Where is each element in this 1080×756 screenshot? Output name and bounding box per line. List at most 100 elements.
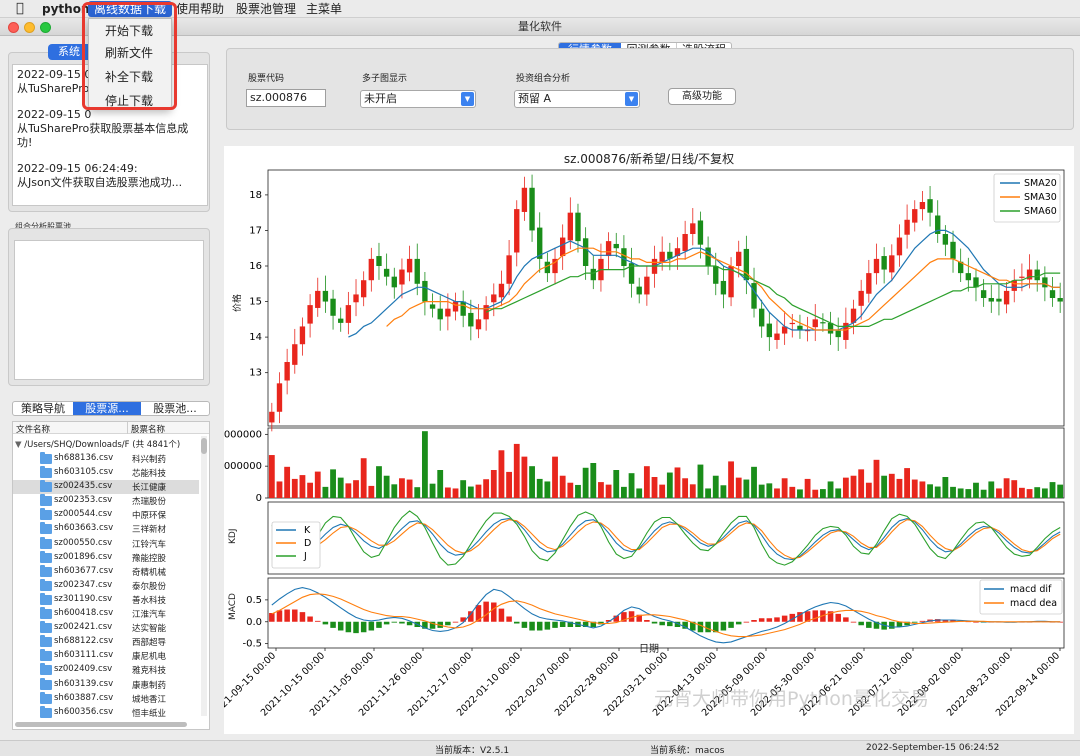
folder-icon bbox=[40, 550, 52, 563]
macd-histogram-bar bbox=[735, 621, 742, 625]
scrollbar-thumb[interactable] bbox=[201, 438, 207, 454]
file-row[interactable]: sh603105.csv 芯能科技 bbox=[13, 466, 199, 480]
file-row[interactable]: sz000550.csv 江铃汽车 bbox=[13, 536, 199, 551]
stock-code-input[interactable]: sz.000876 bbox=[246, 89, 326, 107]
file-tree[interactable]: 文件名称 股票名称 ▼ /Users/SHQ/Downloads/F (共 48… bbox=[12, 421, 210, 730]
price-axis-label: 价格 bbox=[233, 293, 243, 312]
volume-bar bbox=[804, 478, 811, 498]
macd-histogram-bar bbox=[452, 621, 459, 623]
file-row[interactable]: sh688136.csv 科兴制药 bbox=[13, 452, 199, 466]
candle-body bbox=[422, 280, 428, 302]
file-row[interactable]: sh600356.csv 恒丰纸业 bbox=[13, 705, 199, 720]
macd-histogram-bar bbox=[766, 618, 773, 622]
file-row[interactable]: sh603111.csv 康尼机电 bbox=[13, 649, 199, 663]
candle-body bbox=[1034, 269, 1040, 281]
tab-stock-source[interactable]: 股票源... bbox=[73, 402, 141, 415]
file-row[interactable]: sz002353.csv 杰瑞股份 bbox=[13, 494, 199, 508]
volume-bar bbox=[973, 482, 979, 498]
macd-histogram-bar bbox=[728, 621, 734, 628]
volume-bar bbox=[368, 485, 375, 498]
menu-item-refresh-files[interactable]: 刷新文件 bbox=[89, 43, 171, 63]
folder-icon bbox=[40, 452, 52, 464]
menu-stock-pool[interactable]: 股票池管理 bbox=[230, 1, 302, 17]
volume-bar bbox=[1011, 480, 1018, 498]
file-row[interactable]: sh688122.csv 西部超导 bbox=[13, 635, 199, 649]
candle-body bbox=[429, 304, 436, 309]
volume-bar bbox=[980, 489, 987, 498]
file-row[interactable]: sh603663.csv 三祥新材 bbox=[13, 522, 199, 536]
stock-name: 江淮汽车 bbox=[132, 610, 167, 621]
chevron-down-icon[interactable]: ▼ bbox=[625, 92, 638, 106]
combo-pool-list[interactable] bbox=[14, 240, 204, 380]
candle-body bbox=[299, 326, 306, 345]
macd-histogram-bar bbox=[353, 621, 359, 634]
log-time: 2022-09-15 06:24:49: bbox=[17, 162, 138, 175]
file-row[interactable]: sz301190.csv 善水科技 bbox=[13, 592, 199, 607]
file-row[interactable]: sz002421.csv 达实智能 bbox=[13, 621, 199, 635]
subplot-select[interactable]: 未开启 ▼ bbox=[360, 90, 476, 108]
macd-histogram-bar bbox=[858, 621, 864, 626]
menu-item-stop-download[interactable]: 停止下载 bbox=[89, 91, 171, 111]
vertical-scrollbar[interactable] bbox=[201, 436, 207, 716]
candle-body bbox=[881, 256, 887, 270]
macd-histogram-bar bbox=[506, 616, 512, 622]
volume-bar bbox=[720, 485, 727, 498]
column-file-name[interactable]: 文件名称 bbox=[16, 423, 50, 435]
candle-body bbox=[330, 298, 336, 316]
volume-bar bbox=[460, 480, 467, 498]
file-row[interactable]: sh603887.csv 城地香江 bbox=[13, 691, 199, 706]
advanced-button[interactable]: 高级功能 bbox=[668, 88, 736, 105]
volume-bar bbox=[291, 478, 298, 498]
column-stock-name[interactable]: 股票名称 bbox=[131, 423, 165, 435]
candle-body bbox=[414, 258, 420, 284]
volume-bar bbox=[598, 482, 604, 498]
file-name: sh603663.csv bbox=[54, 523, 114, 534]
tab-stock-pool[interactable]: 股票池... bbox=[141, 402, 209, 415]
macd-histogram-bar bbox=[269, 613, 275, 622]
tree-root-row[interactable]: ▼ /Users/SHQ/Downloads/F (共 4841个) bbox=[15, 438, 201, 451]
macd-histogram-bar bbox=[843, 617, 849, 622]
horizontal-scrollbar[interactable] bbox=[15, 722, 187, 727]
price-tick-label: 18 bbox=[249, 190, 262, 201]
volume-bar bbox=[766, 483, 773, 498]
volume-bar bbox=[636, 488, 643, 498]
menu-item-complete-download[interactable]: 补全下载 bbox=[89, 67, 171, 87]
tab-strategy-nav[interactable]: 策略导航 bbox=[13, 402, 73, 415]
file-row[interactable]: sh603139.csv 康惠制药 bbox=[13, 677, 199, 692]
menu-help[interactable]: 使用帮助 bbox=[170, 1, 230, 17]
menu-main[interactable]: 主菜单 bbox=[300, 1, 348, 17]
candle-body bbox=[713, 266, 719, 284]
file-row[interactable]: sz002409.csv 雅克科技 bbox=[13, 663, 199, 677]
file-name: sh603677.csv bbox=[54, 565, 114, 576]
volume-bar bbox=[506, 471, 513, 498]
portfolio-select[interactable]: 预留 A ▼ bbox=[514, 90, 640, 108]
menu-app-name[interactable]: python bbox=[36, 1, 95, 17]
apple-icon[interactable]:  bbox=[10, 1, 30, 17]
file-row[interactable]: sz000544.csv 中原环保 bbox=[13, 508, 199, 522]
macd-histogram-bar bbox=[483, 601, 489, 622]
candle-body bbox=[1011, 280, 1017, 291]
candle-body bbox=[582, 238, 589, 266]
file-row[interactable]: sz002347.csv 泰尔股份 bbox=[13, 578, 199, 593]
stock-name: 芯能科技 bbox=[132, 469, 167, 480]
macd-histogram-bar bbox=[659, 621, 665, 626]
volume-bar bbox=[950, 486, 956, 498]
volume-bar bbox=[682, 478, 689, 498]
candle-body bbox=[360, 280, 367, 298]
status-time: 2022-September-15 06:24:52 bbox=[866, 743, 1000, 753]
stock-name: 豫能控股 bbox=[132, 553, 167, 564]
candle-body bbox=[720, 280, 727, 295]
expand-arrow-icon[interactable]: ▼ bbox=[15, 440, 22, 450]
chevron-down-icon[interactable]: ▼ bbox=[461, 92, 474, 106]
file-row[interactable]: sh603677.csv 奇精机械 bbox=[13, 564, 199, 579]
file-name: sh603887.csv bbox=[54, 692, 114, 703]
file-row[interactable]: sz002435.csv 长江健康 bbox=[13, 480, 199, 495]
menu-item-start-download[interactable]: 开始下载 bbox=[89, 21, 171, 41]
volume-bar bbox=[1049, 482, 1056, 498]
log-message: 从Json文件获取自选股票池成功... bbox=[17, 176, 183, 189]
volume-bar bbox=[490, 470, 497, 498]
file-name: sh688122.csv bbox=[54, 636, 114, 647]
file-row[interactable]: sh600418.csv 江淮汽车 bbox=[13, 607, 199, 621]
file-row[interactable]: sz001896.csv 豫能控股 bbox=[13, 550, 199, 565]
menu-offline-download[interactable]: 离线数据下载 bbox=[88, 1, 173, 17]
